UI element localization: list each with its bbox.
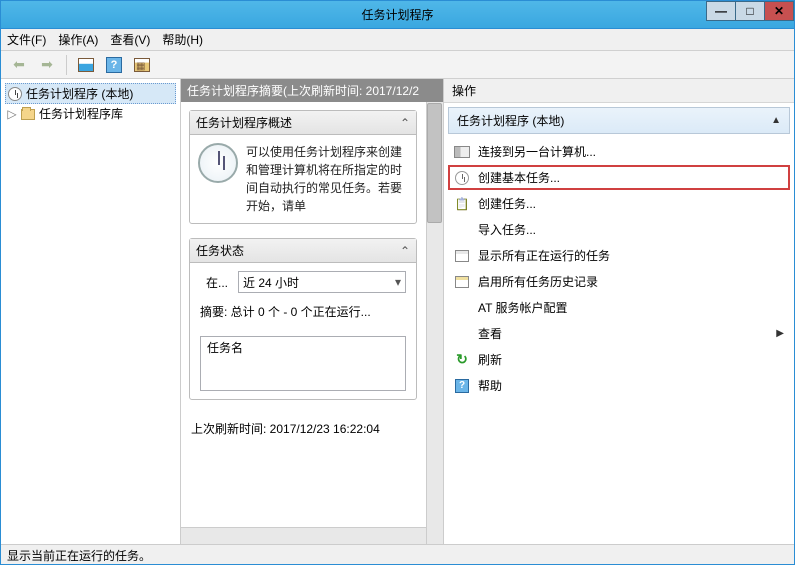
separator (66, 55, 67, 75)
submenu-arrow-icon: ▶ (776, 328, 784, 339)
action-list: 连接到另一台计算机... 创建基本任务... 创建任务... 导入任务... 显… (444, 136, 794, 401)
status-text: 显示当前正在运行的任务。 (7, 549, 151, 563)
actions-title-bar[interactable]: 任务计划程序 (本地) ▲ (448, 107, 790, 134)
overview-header[interactable]: 任务计划程序概述 ⌃ (190, 111, 416, 135)
overview-text: 可以使用任务计划程序来创建和管理计算机将在所指定的时间自动执行的常见任务。若要开… (246, 143, 408, 215)
summary-header: 任务计划程序摘要(上次刷新时间: 2017/12/2 (181, 79, 443, 102)
action-label: 帮助 (478, 377, 784, 394)
action-at-config[interactable]: AT 服务帐户配置 (448, 295, 790, 320)
help-icon: ? (106, 57, 122, 73)
action-label: 创建任务... (478, 195, 784, 212)
status-header[interactable]: 任务状态 ⌃ (190, 239, 416, 263)
expand-icon[interactable]: ▷ (7, 107, 17, 121)
history-icon (454, 274, 470, 290)
action-refresh[interactable]: 刷新 (448, 347, 790, 372)
action-label: 连接到另一台计算机... (478, 143, 784, 160)
connect-icon (454, 144, 470, 160)
overview-body: 可以使用任务计划程序来创建和管理计算机将在所指定的时间自动执行的常见任务。若要开… (190, 135, 416, 223)
action-view[interactable]: 查看 ▶ (448, 321, 790, 346)
action-label: 创建基本任务... (478, 169, 784, 186)
arrow-right-icon (41, 56, 53, 73)
action-connect[interactable]: 连接到另一台计算机... (448, 139, 790, 164)
action-create-task[interactable]: 创建任务... (448, 191, 790, 216)
action-help[interactable]: ? 帮助 (448, 373, 790, 398)
forward-button[interactable] (35, 54, 59, 76)
menu-action[interactable]: 操作(A) (58, 31, 98, 48)
clock-icon (454, 170, 470, 186)
tree-root[interactable]: 任务计划程序 (本地) (5, 83, 176, 104)
menu-bar: 文件(F) 操作(A) 查看(V) 帮助(H) (1, 29, 794, 51)
status-period-value: 近 24 小时 (243, 274, 299, 291)
title-bar: 任务计划程序 — □ ✕ (1, 1, 794, 29)
action-import[interactable]: 导入任务... (448, 217, 790, 242)
status-period-label: 在... (200, 274, 228, 291)
action-label: AT 服务帐户配置 (478, 299, 784, 316)
status-bar: 显示当前正在运行的任务。 (1, 544, 794, 564)
back-button[interactable] (7, 54, 31, 76)
action-label: 显示所有正在运行的任务 (478, 247, 784, 264)
menu-view[interactable]: 查看(V) (110, 31, 150, 48)
arrow-left-icon (13, 56, 25, 73)
body-area: 任务计划程序 (本地) ▷ 任务计划程序库 任务计划程序摘要(上次刷新时间: 2… (1, 79, 794, 544)
actions-pane: 操作 任务计划程序 (本地) ▲ 连接到另一台计算机... 创建基本任务... … (444, 79, 794, 544)
summary-scroll: 任务计划程序概述 ⌃ 可以使用任务计划程序来创建和管理计算机将在所指定的时间自动… (181, 102, 443, 544)
close-button[interactable]: ✕ (764, 1, 794, 21)
actions-title: 任务计划程序 (本地) (457, 112, 564, 129)
calendar-icon (134, 58, 150, 72)
properties-icon (78, 58, 94, 72)
tree-pane: 任务计划程序 (本地) ▷ 任务计划程序库 (1, 79, 181, 544)
status-group: 任务状态 ⌃ 在... 近 24 小时 摘要: 总计 0 个 - 0 个正在运行… (189, 238, 417, 400)
action-create-basic[interactable]: 创建基本任务... (448, 165, 790, 190)
window-title: 任务计划程序 (361, 6, 433, 23)
tree-root-label: 任务计划程序 (本地) (26, 85, 133, 102)
calendar-button[interactable] (130, 54, 154, 76)
menu-file[interactable]: 文件(F) (7, 31, 46, 48)
action-label: 刷新 (478, 351, 784, 368)
overview-title: 任务计划程序概述 (196, 114, 400, 131)
task-list[interactable]: 任务名 (200, 336, 406, 391)
task-col-header: 任务名 (207, 341, 243, 355)
action-label: 启用所有任务历史记录 (478, 273, 784, 290)
clock-large-icon (198, 143, 238, 183)
clock-icon (8, 87, 22, 101)
running-icon (454, 248, 470, 264)
help-button[interactable]: ? (102, 54, 126, 76)
properties-button[interactable] (74, 54, 98, 76)
horizontal-scrollbar[interactable] (181, 527, 426, 544)
collapse-icon[interactable]: ⌃ (400, 116, 410, 130)
summary-pane: 任务计划程序摘要(上次刷新时间: 2017/12/2 任务计划程序概述 ⌃ 可以… (181, 79, 444, 544)
task-icon (454, 196, 470, 212)
vertical-scrollbar[interactable] (426, 102, 443, 544)
help-icon: ? (454, 378, 470, 394)
view-icon (454, 326, 470, 342)
tree-library[interactable]: ▷ 任务计划程序库 (5, 104, 176, 123)
status-title: 任务状态 (196, 242, 400, 259)
actions-header: 操作 (444, 79, 794, 103)
action-label: 查看 (478, 325, 768, 342)
import-icon (454, 222, 470, 238)
maximize-button[interactable]: □ (735, 1, 765, 21)
last-refresh: 上次刷新时间: 2017/12/23 16:22:04 (189, 412, 417, 443)
status-period-select[interactable]: 近 24 小时 (238, 271, 406, 293)
status-body: 在... 近 24 小时 摘要: 总计 0 个 - 0 个正在运行... 任务名 (190, 263, 416, 399)
at-icon (454, 300, 470, 316)
collapse-icon[interactable]: ⌃ (400, 244, 410, 258)
collapse-up-icon[interactable]: ▲ (771, 115, 781, 126)
scroll-thumb[interactable] (427, 103, 442, 223)
toolbar: ? (1, 51, 794, 79)
action-enable-history[interactable]: 启用所有任务历史记录 (448, 269, 790, 294)
folder-icon (21, 109, 35, 120)
status-summary: 摘要: 总计 0 个 - 0 个正在运行... (200, 303, 406, 320)
window-controls: — □ ✕ (707, 1, 794, 23)
action-show-running[interactable]: 显示所有正在运行的任务 (448, 243, 790, 268)
menu-help[interactable]: 帮助(H) (162, 31, 203, 48)
overview-group: 任务计划程序概述 ⌃ 可以使用任务计划程序来创建和管理计算机将在所指定的时间自动… (189, 110, 417, 224)
action-label: 导入任务... (478, 221, 784, 238)
refresh-icon (454, 352, 470, 368)
tree-library-label: 任务计划程序库 (39, 105, 123, 122)
minimize-button[interactable]: — (706, 1, 736, 21)
